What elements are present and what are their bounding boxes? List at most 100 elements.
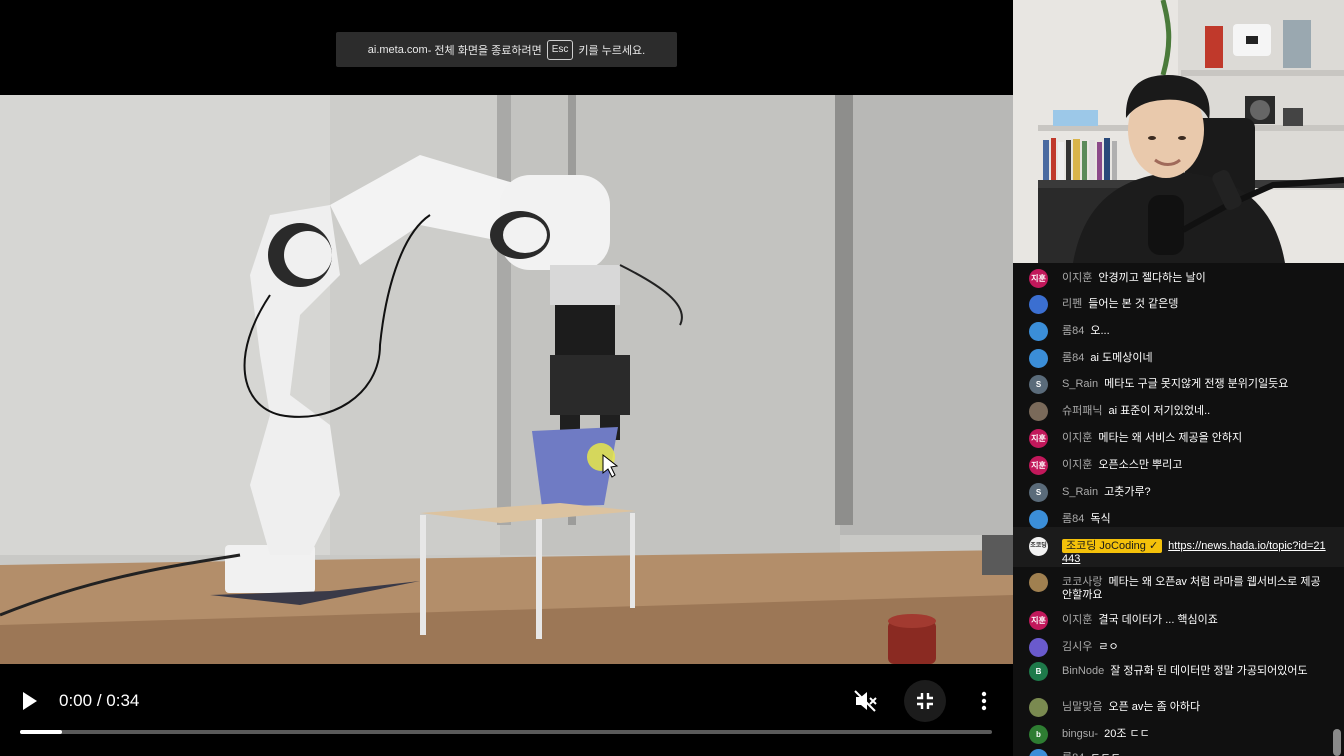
chat-author-avatar[interactable]: B <box>1029 662 1048 681</box>
fullscreen-exit-notice: ai.meta.com - 전체 화면을 종료하려면 Esc 키를 누르세요. <box>336 32 677 67</box>
chat-scrollbar[interactable] <box>1333 729 1341 756</box>
chat-author-name[interactable]: 이지훈 <box>1062 272 1092 284</box>
volume-muted-icon <box>854 690 877 712</box>
chat-message-body: 리펜 들어는 본 것 같은뎅 <box>1062 298 1329 311</box>
chat-author-avatar[interactable] <box>1029 295 1048 314</box>
chat-message-body: 롬84 독식 <box>1062 513 1329 526</box>
video-frame[interactable] <box>0 95 1013 664</box>
chat-message[interactable]: 롬84 ㄷㄷㄷ <box>1029 749 1329 756</box>
video-scene <box>0 95 1013 664</box>
chat-author-avatar[interactable] <box>1029 638 1048 657</box>
video-player[interactable]: ai.meta.com - 전체 화면을 종료하려면 Esc 키를 누르세요. <box>0 0 1013 756</box>
chat-message[interactable]: 지훈 이지훈 오픈소스만 뿌리고 <box>1029 456 1329 475</box>
chat-author-name[interactable]: BinNode <box>1062 665 1104 677</box>
chat-message[interactable]: 지훈 이지훈 메타는 왜 서비스 제공을 안하지 <box>1029 429 1329 448</box>
chat-message[interactable]: B BinNode 잘 정규화 된 데이터만 정말 가공되어있어도 <box>1029 662 1329 681</box>
chat-author-name[interactable]: bingsu- <box>1062 728 1098 740</box>
chat-message-text: 들어는 본 것 같은뎅 <box>1088 298 1179 310</box>
chat-message-text: 결국 데이터가 ... 핵심이죠 <box>1098 614 1218 626</box>
chat-message-text: ai 표준이 저기있었네.. <box>1108 405 1211 417</box>
chat-message-body: 이지훈 결국 데이터가 ... 핵심이죠 <box>1062 614 1329 627</box>
chat-message-body: 코코사랑 메타는 왜 오픈av 처럼 라마를 웹서비스로 제공안할까요 <box>1062 576 1329 602</box>
chat-message[interactable]: 롬84 독식 <box>1029 510 1329 529</box>
chat-author-name[interactable]: 롬84 <box>1062 325 1084 337</box>
chat-author-name[interactable]: 롬84 <box>1062 752 1084 756</box>
chat-message-body: 님말맞음 오픈 av는 좀 아하다 <box>1062 701 1329 714</box>
chat-message-body: S_Rain 고춧가루? <box>1062 486 1329 499</box>
chat-message-body: 슈퍼패닉 ai 표준이 저기있었네.. <box>1062 405 1329 418</box>
chat-message-text: 잘 정규화 된 데이터만 정말 가공되어있어도 <box>1110 665 1308 677</box>
chat-message-body: BinNode 잘 정규화 된 데이터만 정말 가공되어있어도 <box>1062 665 1329 678</box>
chat-message[interactable]: 롬84 오... <box>1029 322 1329 341</box>
chat-author-avatar[interactable]: 지훈 <box>1029 269 1048 288</box>
exit-fullscreen-icon <box>917 693 933 709</box>
streamer-webcam <box>1013 0 1344 263</box>
chat-author-name[interactable]: 롬84 <box>1062 352 1084 364</box>
mute-button[interactable] <box>852 688 878 714</box>
chat-message[interactable]: 리펜 들어는 본 것 같은뎅 <box>1029 295 1329 314</box>
chat-message[interactable]: 슈퍼패닉 ai 표준이 저기있었네.. <box>1029 402 1329 421</box>
chat-author-name[interactable]: 이지훈 <box>1062 614 1092 626</box>
chat-author-avatar[interactable]: S <box>1029 375 1048 394</box>
chat-message-body: 김시우 ㄹㅇ <box>1062 641 1329 654</box>
chat-author-name[interactable]: S_Rain <box>1062 378 1098 390</box>
chat-author-name[interactable]: 김시우 <box>1062 641 1092 653</box>
chat-author-avatar[interactable] <box>1029 510 1048 529</box>
chat-message-text: 메타도 구글 못지않게 전쟁 분위기일듯요 <box>1104 378 1289 390</box>
chat-author-avatar[interactable]: b <box>1029 725 1048 744</box>
chat-message-text: 고춧가루? <box>1104 486 1151 498</box>
chat-message[interactable]: S S_Rain 메타도 구글 못지않게 전쟁 분위기일듯요 <box>1029 375 1329 394</box>
chat-message-body: 이지훈 오픈소스만 뿌리고 <box>1062 459 1329 472</box>
chat-author-name[interactable]: S_Rain <box>1062 486 1098 498</box>
chat-message-body: 롬84 ㄷㄷㄷ <box>1062 752 1329 756</box>
time-display: 0:00 / 0:34 <box>59 691 139 711</box>
chat-message-text: 20조 ㄷㄷ <box>1104 728 1150 740</box>
chat-author-avatar[interactable]: 조코딩 <box>1029 537 1048 556</box>
chat-author-avatar[interactable]: 지훈 <box>1029 611 1048 630</box>
chat-message-text: 오픈 av는 좀 아하다 <box>1108 701 1201 713</box>
chat-message[interactable]: 지훈 이지훈 결국 데이터가 ... 핵심이죠 <box>1029 611 1329 630</box>
chat-message-body: S_Rain 메타도 구글 못지않게 전쟁 분위기일듯요 <box>1062 378 1329 391</box>
chat-author-name[interactable]: 이지훈 <box>1062 459 1092 471</box>
chat-message-text: 오픈소스만 뿌리고 <box>1098 459 1183 471</box>
chat-message[interactable]: b bingsu- 20조 ㄷㄷ <box>1029 725 1329 744</box>
chat-message-text: 오... <box>1090 325 1110 337</box>
chat-author-name[interactable]: 리펜 <box>1062 298 1082 310</box>
play-button[interactable] <box>18 688 42 714</box>
chat-author-name[interactable]: 슈퍼패닉 <box>1062 405 1102 417</box>
current-time: 0:00 <box>59 691 93 710</box>
chat-message[interactable]: S S_Rain 고춧가루? <box>1029 483 1329 502</box>
time-separator: / <box>92 691 107 710</box>
owner-author-badge[interactable]: 조코딩 JoCoding ✓ <box>1062 539 1163 553</box>
chat-author-avatar[interactable] <box>1029 698 1048 717</box>
chat-author-avatar[interactable] <box>1029 322 1048 341</box>
notice-text-after: 키를 누르세요. <box>578 44 646 57</box>
chat-message[interactable]: 조코딩 조코딩 JoCoding ✓ https://news.hada.io/to… <box>1029 537 1329 566</box>
progress-played <box>20 730 62 734</box>
chat-author-name[interactable]: 코코사랑 <box>1062 576 1102 588</box>
chat-author-avatar[interactable] <box>1029 402 1048 421</box>
chat-message[interactable]: 지훈 이지훈 안경끼고 젤다하는 날이 <box>1029 269 1329 288</box>
exit-fullscreen-button[interactable] <box>904 680 946 722</box>
chat-author-avatar[interactable] <box>1029 349 1048 368</box>
chat-author-name[interactable]: 롬84 <box>1062 513 1084 525</box>
chat-author-avatar[interactable]: S <box>1029 483 1048 502</box>
chat-message-body: bingsu- 20조 ㄷㄷ <box>1062 728 1329 741</box>
play-icon <box>23 692 37 710</box>
chat-message-text: ai 도메상이네 <box>1090 352 1153 364</box>
more-options-button[interactable] <box>974 688 994 714</box>
chat-message[interactable]: 김시우 ㄹㅇ <box>1029 638 1329 657</box>
chat-message[interactable]: 롬84 ai 도메상이네 <box>1029 349 1329 368</box>
chat-message-body: 롬84 오... <box>1062 325 1329 338</box>
chat-message-body: 조코딩 JoCoding ✓ https://news.hada.io/topic… <box>1062 539 1329 566</box>
chat-author-avatar[interactable]: 지훈 <box>1029 456 1048 475</box>
chat-author-name[interactable]: 님말맞음 <box>1062 701 1102 713</box>
webcam-scene <box>1013 0 1344 263</box>
progress-bar[interactable] <box>20 730 992 734</box>
duration: 0:34 <box>106 691 140 710</box>
chat-message[interactable]: 코코사랑 메타는 왜 오픈av 처럼 라마를 웹서비스로 제공안할까요 <box>1029 573 1329 602</box>
chat-author-name[interactable]: 이지훈 <box>1062 432 1092 444</box>
chat-author-avatar[interactable] <box>1029 573 1048 592</box>
chat-message[interactable]: 님말맞음 오픈 av는 좀 아하다 <box>1029 698 1329 717</box>
chat-author-avatar[interactable]: 지훈 <box>1029 429 1048 448</box>
